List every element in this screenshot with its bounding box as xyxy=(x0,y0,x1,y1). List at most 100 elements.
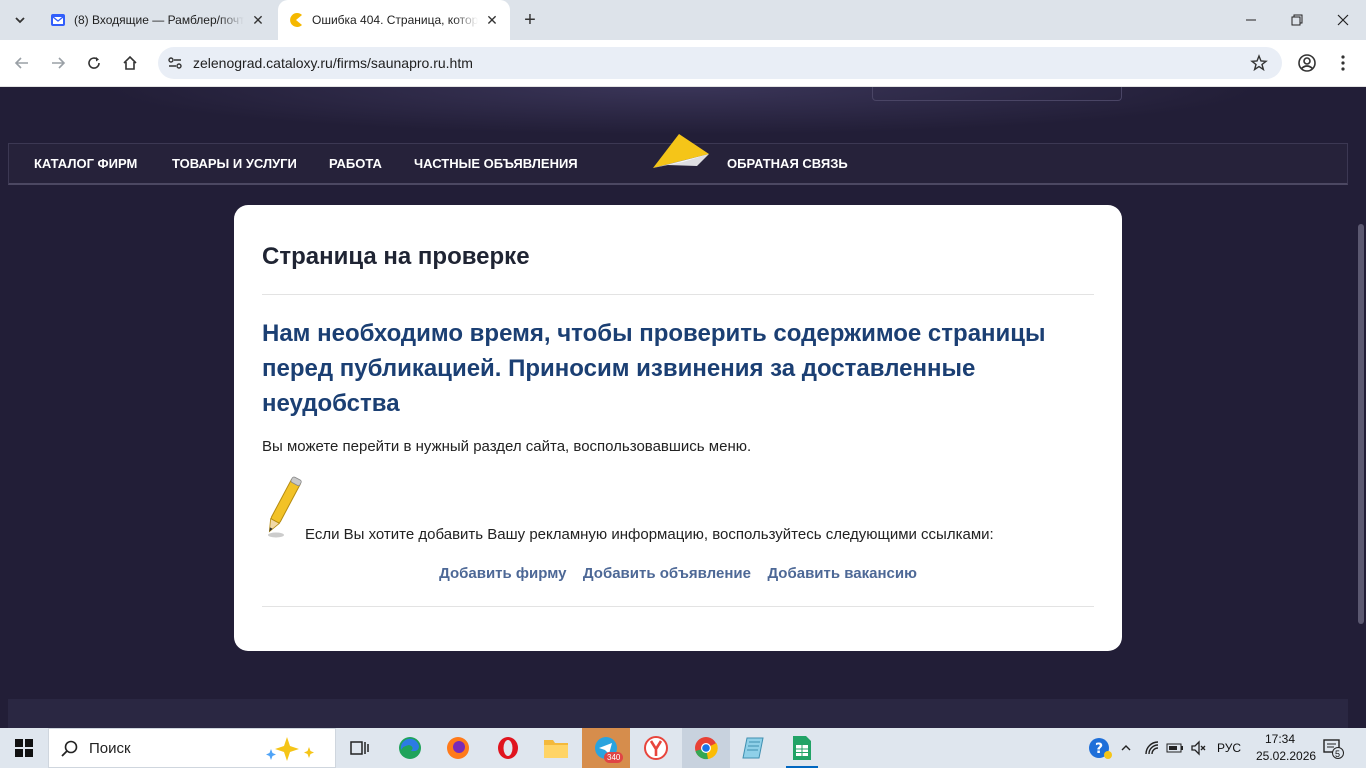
close-window-button[interactable] xyxy=(1320,0,1366,40)
notes-app[interactable] xyxy=(730,728,778,768)
opera-icon xyxy=(498,737,518,759)
tab-rambler-mail[interactable]: (8) Входящие — Рамблер/почта ✕ xyxy=(40,0,276,40)
menu-hint-text: Вы можете перейти в нужный раздел сайта,… xyxy=(262,438,752,455)
menu-button[interactable] xyxy=(1330,50,1356,76)
battery-icon xyxy=(1166,743,1183,753)
nav-item-feedback[interactable]: Обратная связь xyxy=(727,144,848,184)
chevron-down-icon xyxy=(15,17,25,24)
forward-button[interactable] xyxy=(45,50,71,76)
page-footer xyxy=(8,699,1348,728)
browser-tab-strip: (8) Входящие — Рамблер/почта ✕ Ошибка 40… xyxy=(0,0,1366,40)
help-tray-icon[interactable]: ? xyxy=(1088,728,1112,768)
clock-time: 17:34 xyxy=(1264,732,1296,746)
restore-icon xyxy=(1291,14,1303,26)
start-button[interactable] xyxy=(0,728,48,768)
chevron-up-icon xyxy=(1121,745,1131,751)
home-icon xyxy=(123,55,137,70)
nav-item-jobs[interactable]: Работа xyxy=(329,144,382,184)
arrow-right-icon xyxy=(52,57,66,69)
add-ad-link[interactable]: Добавить объявление xyxy=(583,565,751,582)
wifi-icon xyxy=(1145,741,1159,755)
profile-icon xyxy=(1298,54,1316,72)
add-links: Добавить фирму Добавить объявление Добав… xyxy=(234,565,1122,583)
network-tray-icon[interactable] xyxy=(1144,728,1160,768)
show-hidden-icons-button[interactable] xyxy=(1120,728,1132,768)
opera-app[interactable] xyxy=(484,728,532,768)
taskbar-search[interactable]: Поиск xyxy=(48,728,336,768)
divider xyxy=(262,606,1094,607)
reload-icon xyxy=(88,57,100,69)
nav-item-ads[interactable]: Частные объявления xyxy=(414,144,578,184)
content-card: Страница на проверке Нам необходимо врем… xyxy=(234,205,1122,651)
profile-button[interactable] xyxy=(1294,50,1320,76)
paper-plane-logo-icon[interactable] xyxy=(653,132,713,172)
tab-title: (8) Входящие — Рамблер/почта xyxy=(74,13,244,27)
review-message: Нам необходимо время, чтобы проверить со… xyxy=(262,320,1046,417)
telegram-app[interactable]: 340 xyxy=(582,728,630,768)
minimize-icon xyxy=(1246,19,1256,21)
search-placeholder: Поиск xyxy=(89,740,131,757)
sparkle-icon xyxy=(266,737,314,761)
tab-search-button[interactable] xyxy=(7,8,33,32)
notification-count: 5 xyxy=(1335,749,1341,759)
site-info-icon[interactable] xyxy=(166,54,184,72)
firefox-icon xyxy=(447,737,469,759)
language-indicator[interactable]: РУС xyxy=(1217,728,1241,768)
clock-date: 25.02.2026 xyxy=(1256,749,1317,763)
nav-item-catalog[interactable]: Каталог фирм xyxy=(34,144,137,184)
divider xyxy=(262,294,1094,295)
minimize-button[interactable] xyxy=(1228,0,1274,40)
site-nav: Каталог фирм Товары и услуги Работа Част… xyxy=(8,134,1348,185)
scrollbar-thumb[interactable] xyxy=(1358,224,1364,624)
home-button[interactable] xyxy=(117,50,143,76)
telegram-badge: 340 xyxy=(604,752,624,763)
browser-toolbar: zelenograd.cataloxy.ru/firms/saunapro.ru… xyxy=(0,40,1366,87)
firefox-app[interactable] xyxy=(434,728,482,768)
new-tab-button[interactable]: + xyxy=(518,9,542,31)
clock[interactable]: 17:34 25.02.2026 xyxy=(1256,731,1317,765)
notifications-button[interactable]: 5 xyxy=(1322,728,1344,768)
volume-tray-icon[interactable] xyxy=(1190,728,1206,768)
add-firm-link[interactable]: Добавить фирму xyxy=(439,565,566,582)
arrow-left-icon xyxy=(14,57,28,69)
mail-icon xyxy=(50,12,66,28)
chrome-icon xyxy=(695,737,718,760)
add-vacancy-link[interactable]: Добавить вакансию xyxy=(767,565,916,582)
folder-icon xyxy=(544,740,568,758)
tab-error-404[interactable]: Ошибка 404. Страница, которая ✕ xyxy=(278,0,510,40)
bookmark-star-icon[interactable] xyxy=(1250,54,1268,72)
web-page: Каталог фирм Товары и услуги Работа Част… xyxy=(0,87,1366,728)
restore-button[interactable] xyxy=(1274,0,1320,40)
windows-taskbar: Поиск 340 ? РУС 17:34 25.02.2026 5 xyxy=(0,728,1366,768)
windows-logo-icon xyxy=(15,739,33,757)
edge-icon xyxy=(399,737,421,759)
battery-tray-icon[interactable] xyxy=(1166,728,1184,768)
nav-item-goods[interactable]: Товары и услуги xyxy=(172,144,297,184)
chrome-app[interactable] xyxy=(682,728,730,768)
back-button[interactable] xyxy=(9,50,35,76)
reload-button[interactable] xyxy=(81,50,107,76)
yandex-browser-icon xyxy=(644,736,668,760)
task-view-icon xyxy=(350,741,369,755)
kebab-menu-icon xyxy=(1341,55,1345,71)
edge-app[interactable] xyxy=(386,728,434,768)
help-icon: ? xyxy=(1089,738,1112,759)
search-icon xyxy=(61,740,78,757)
notebook-icon xyxy=(742,737,764,759)
address-bar[interactable]: zelenograd.cataloxy.ru/firms/saunapro.ru… xyxy=(158,47,1282,79)
page-title: Страница на проверке xyxy=(262,243,530,270)
close-icon xyxy=(1337,14,1349,26)
speaker-muted-icon xyxy=(1191,740,1206,756)
yandex-browser-app[interactable] xyxy=(632,728,680,768)
task-view-button[interactable] xyxy=(336,728,384,768)
close-icon[interactable]: ✕ xyxy=(250,12,266,28)
file-explorer-app[interactable] xyxy=(532,728,580,768)
ad-instructions-text: Если Вы хотите добавить Вашу рекламную и… xyxy=(305,526,994,543)
pacman-icon xyxy=(288,12,304,28)
url-text[interactable]: zelenograd.cataloxy.ru/firms/saunapro.ru… xyxy=(193,55,473,71)
close-icon[interactable]: ✕ xyxy=(484,12,500,28)
pencil-icon xyxy=(268,476,302,538)
header-search-box[interactable] xyxy=(872,87,1122,101)
scrollbar[interactable] xyxy=(1356,87,1366,728)
spreadsheet-app[interactable] xyxy=(778,728,826,768)
